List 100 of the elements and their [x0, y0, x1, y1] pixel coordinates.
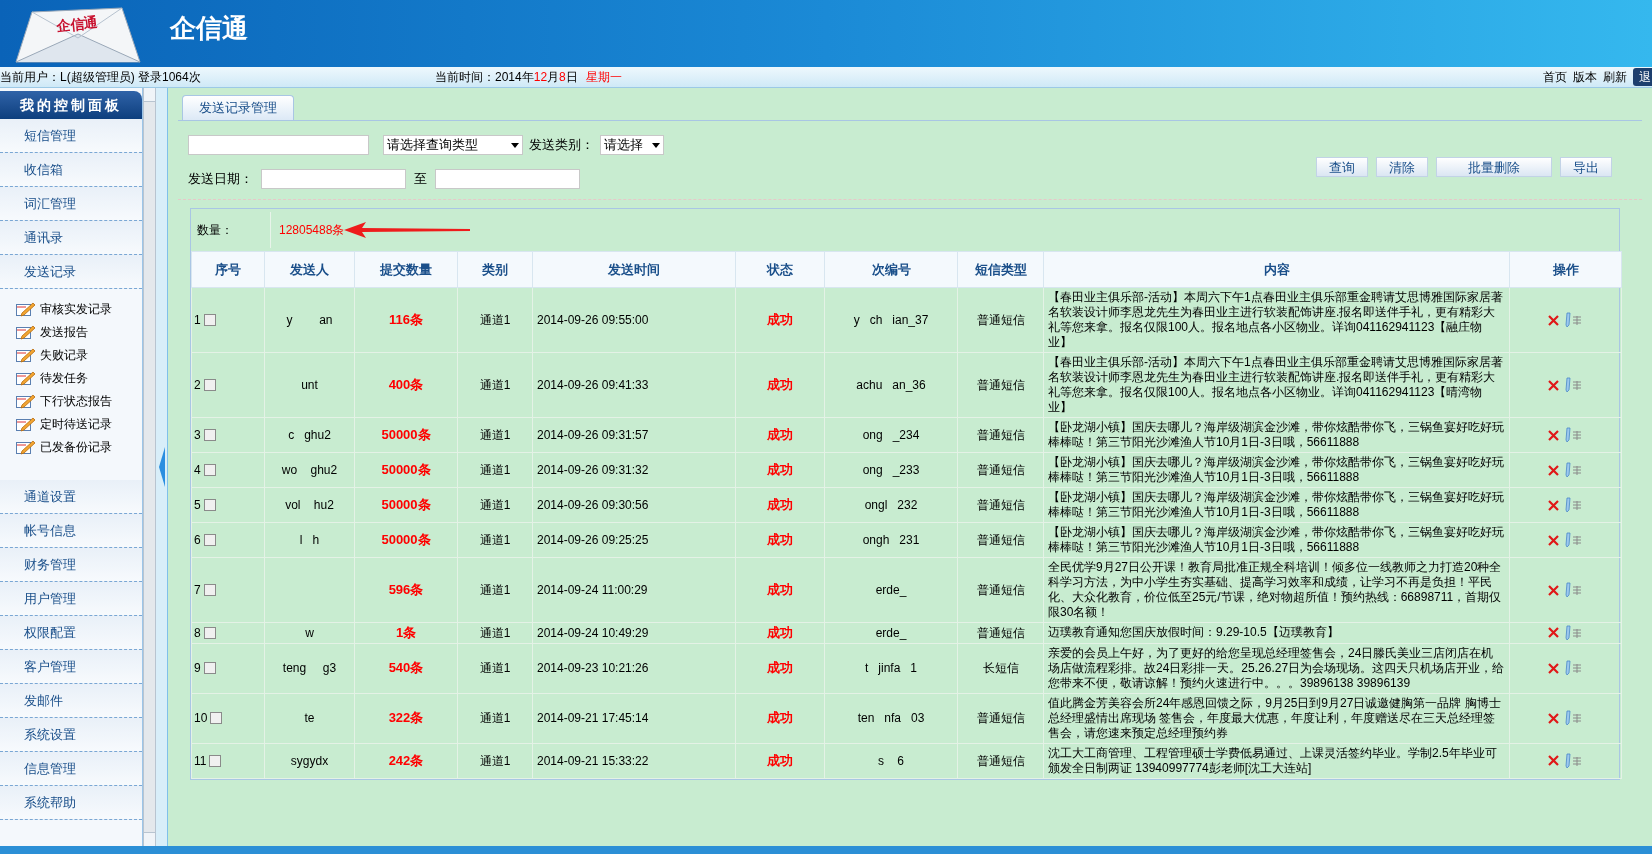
row-checkbox[interactable] [210, 712, 223, 724]
row-checkbox[interactable] [203, 534, 216, 546]
delete-icon[interactable] [1548, 429, 1559, 441]
sidebar-item[interactable]: 通道设置 [0, 480, 142, 514]
query-type-select[interactable]: 请选择查询类型 [383, 135, 523, 155]
row-checkbox[interactable] [203, 314, 216, 326]
time-cell: 2014-09-26 09:30:56 [537, 498, 649, 512]
record-count: 12805488条 [278, 222, 345, 239]
top-link[interactable]: 首页 [1543, 68, 1567, 86]
row-checkbox[interactable] [203, 584, 216, 596]
count-cell: 1条 [395, 625, 417, 640]
row-checkbox[interactable] [203, 429, 216, 441]
sidebar-item[interactable]: 财务管理 [0, 548, 142, 582]
logout-button[interactable]: 退 [1633, 68, 1652, 86]
delete-icon[interactable] [1548, 584, 1559, 596]
sidebar-item[interactable]: 词汇管理 [0, 187, 142, 221]
delete-icon[interactable] [1548, 662, 1559, 674]
batch-cell: achu an_36 [856, 378, 926, 392]
count-label: 数量： [191, 212, 271, 248]
delete-icon[interactable] [1548, 379, 1559, 391]
pencil-icon [16, 300, 36, 317]
status-cell: 成功 [767, 462, 793, 478]
end-date-field[interactable] [435, 169, 580, 189]
batch-cell: ong _233 [862, 463, 920, 477]
sidebar-item[interactable]: 帐号信息 [0, 514, 142, 548]
delete-icon[interactable] [1548, 755, 1559, 766]
start-date-field[interactable] [261, 169, 406, 189]
edit-icon[interactable] [1563, 497, 1583, 513]
delete-icon[interactable] [1548, 499, 1559, 511]
row-checkbox[interactable] [203, 499, 216, 511]
sidebar-subitem[interactable]: 待发任务 [40, 368, 88, 387]
edit-icon[interactable] [1563, 312, 1583, 328]
sidebar-item[interactable]: 通讯录 [0, 221, 142, 255]
toolbar-button[interactable]: 导出 [1560, 157, 1612, 177]
row-checkbox[interactable] [203, 626, 216, 639]
row-checkbox[interactable] [203, 379, 216, 391]
type-cell: 普通短信 [976, 583, 1025, 597]
content-cell-text: 迈璞教育通知您国庆放假时间：9.29-10.5【迈璞教育】 [1048, 625, 1340, 641]
edit-icon[interactable] [1563, 710, 1583, 726]
edit-icon[interactable] [1563, 624, 1583, 641]
date-text: 2014年 [495, 69, 534, 86]
logo-text: 企信通 [55, 12, 99, 36]
category-label: 发送类别： [529, 136, 594, 155]
scrollbar[interactable] [143, 88, 156, 846]
sidebar-item[interactable]: 系统设置 [0, 718, 142, 752]
sidebar-item[interactable]: 信息管理 [0, 752, 142, 786]
count-cell: 242条 [388, 752, 424, 768]
delete-icon[interactable] [1548, 534, 1559, 546]
sidebar-item[interactable]: 客户管理 [0, 650, 142, 684]
sidebar-subitem[interactable]: 审核实发记录 [40, 299, 112, 318]
edit-icon[interactable] [1563, 660, 1583, 676]
search-field[interactable] [188, 135, 369, 155]
top-link[interactable]: 刷新 [1603, 68, 1627, 86]
sidebar-subitem[interactable]: 下行状态报告 [40, 391, 112, 410]
sidebar-item[interactable]: 发送记录 [0, 255, 142, 289]
collapse-arrow-icon[interactable] [158, 447, 165, 487]
edit-icon[interactable] [1563, 532, 1583, 548]
sidebar-subitem[interactable]: 定时待送记录 [40, 414, 112, 433]
edit-icon[interactable] [1563, 462, 1583, 478]
batch-cell: erde_ [875, 625, 907, 640]
sidebar-item[interactable]: 权限配置 [0, 616, 142, 650]
row-number: 9 [194, 660, 201, 677]
delete-icon[interactable] [1548, 712, 1559, 724]
channel-cell: 通道1 [479, 625, 511, 640]
row-checkbox[interactable] [209, 754, 222, 767]
top-link[interactable]: 版本 [1573, 68, 1597, 86]
sidebar-subitem[interactable]: 失败记录 [40, 345, 88, 364]
delete-icon[interactable] [1548, 627, 1559, 639]
sidebar-title: 我的控制面板 [0, 91, 142, 119]
sidebar-item[interactable]: 用户管理 [0, 582, 142, 616]
edit-icon[interactable] [1563, 752, 1583, 769]
brand-title: 企信通 [170, 12, 248, 45]
time-cell: 2014-09-26 09:31:57 [537, 428, 649, 442]
toolbar-button[interactable]: 查询 [1316, 157, 1368, 177]
tab[interactable]: 发送记录管理 [182, 95, 294, 120]
row-checkbox[interactable] [203, 464, 216, 476]
content-cell-text: 【春田业主俱乐部-活动】本周六下午1点春田业主俱乐部重金聘请艾思博雅国际家居著名软装设计师李恩龙先生为春田业主进行软装配饰讲座.报名即送伴手礼，更有精彩大礼等您来拿。报名仅限100人。报名地点各小区物业。详询041162941123【晴湾物业】 [1048, 355, 1504, 415]
sidebar-subitem[interactable]: 发送报告 [40, 322, 88, 341]
row-checkbox[interactable] [203, 662, 216, 674]
content-cell-text: 【春田业主俱乐部-活动】本周六下午1点春田业主俱乐部重金聘请艾思博雅国际家居著名软装设计师李恩龙先生为春田业主进行软装配饰讲座.报名即送伴手礼，更有精彩大礼等您来拿。报名仅限100人。报名地点各小区物业。详询041162941123【融庄物业】 [1048, 290, 1504, 350]
sender-cell: te [304, 711, 315, 725]
type-cell: 普通短信 [976, 378, 1025, 392]
count-cell: 50000条 [381, 497, 431, 513]
delete-icon[interactable] [1548, 464, 1559, 476]
sidebar-item[interactable]: 发邮件 [0, 684, 142, 718]
sidebar-item[interactable]: 短信管理 [0, 119, 142, 153]
delete-icon[interactable] [1548, 314, 1559, 326]
edit-icon[interactable] [1563, 582, 1583, 598]
sidebar-item[interactable]: 收信箱 [0, 153, 142, 187]
sidebar-subitem[interactable]: 已发备份记录 [40, 437, 112, 456]
category-select[interactable]: 请选择 [600, 135, 664, 155]
count-cell: 596条 [388, 582, 424, 598]
toolbar-button[interactable]: 清除 [1376, 157, 1428, 177]
sender-cell: w [305, 625, 314, 640]
sidebar-item[interactable]: 系统帮助 [0, 786, 142, 820]
collapse-strip[interactable] [156, 88, 168, 846]
channel-cell: 通道1 [479, 753, 511, 768]
edit-icon[interactable] [1563, 377, 1583, 393]
toolbar-button[interactable]: 批量删除 [1436, 157, 1552, 177]
edit-icon[interactable] [1563, 427, 1583, 443]
